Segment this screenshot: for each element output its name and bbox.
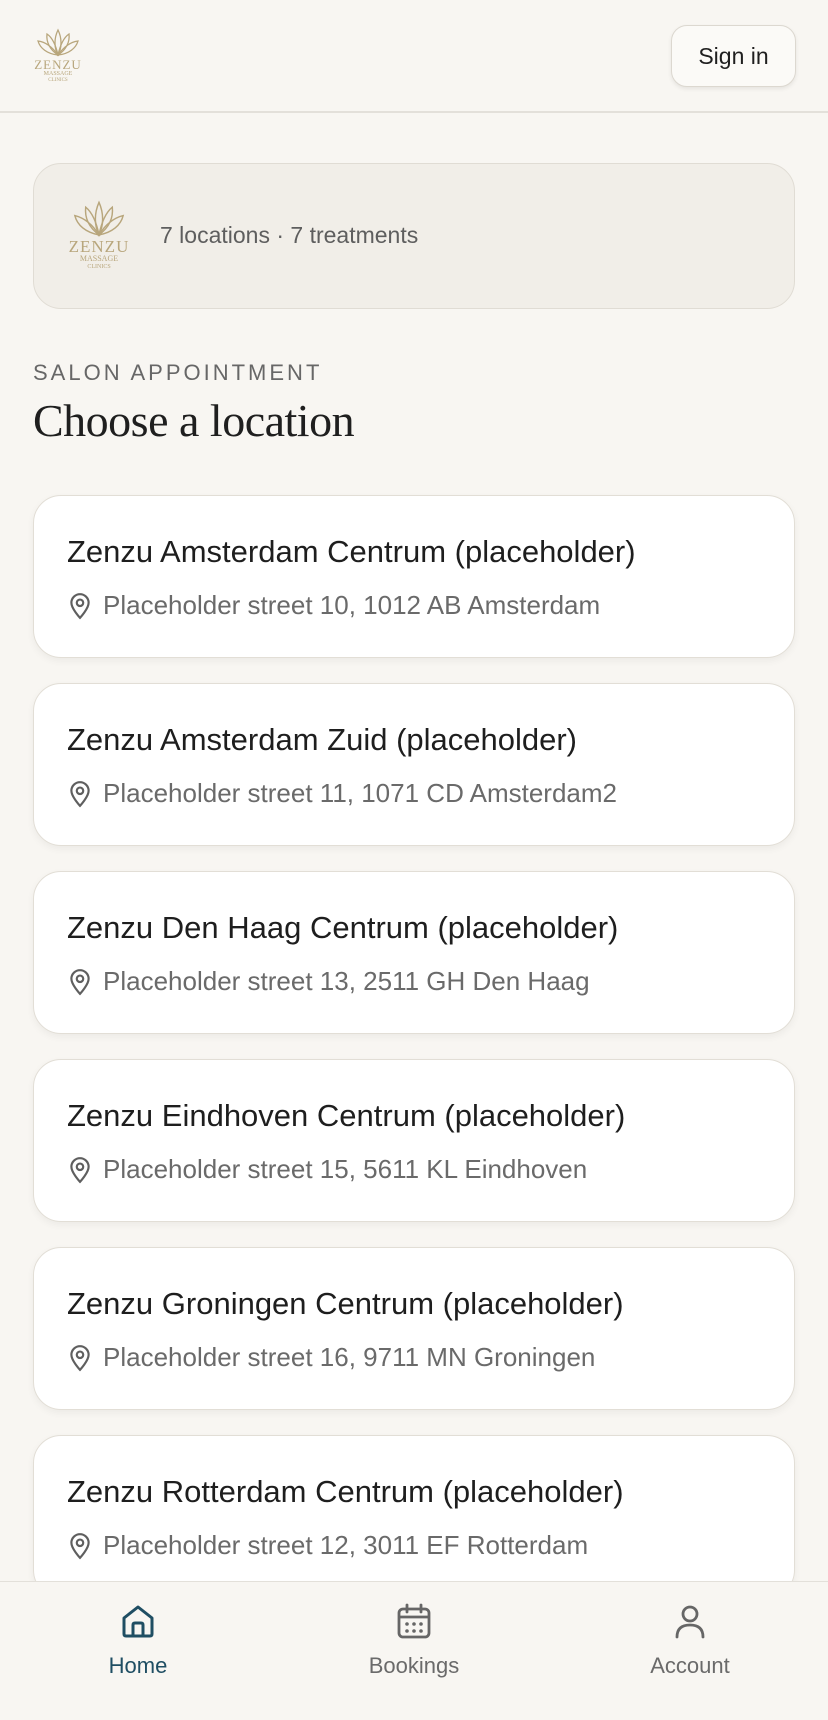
logo-wordmark: ZENZU [34, 57, 82, 72]
location-address-row: Placeholder street 16, 9711 MN Groningen [67, 1342, 595, 1373]
lotus-logo-icon [37, 28, 79, 57]
location-name: Zenzu Rotterdam Centrum (placeholder) [67, 1474, 624, 1509]
calendar-icon [397, 1603, 431, 1639]
location-address-row: Placeholder street 13, 2511 GH Den Haag [67, 966, 590, 997]
nav-home-label: Home [108, 1653, 168, 1678]
nav-account[interactable]: Account [600, 1582, 780, 1720]
location-address: Placeholder street 11, 1071 CD Amsterdam… [103, 778, 618, 808]
location-card[interactable]: Zenzu Den Haag Centrum (placeholder) Pla… [33, 871, 795, 1034]
location-address: Placeholder street 10, 1012 AB Amsterdam [103, 590, 601, 620]
sign-in-button[interactable]: Sign in [671, 25, 796, 87]
location-address-row: Placeholder street 10, 1012 AB Amsterdam [67, 590, 600, 621]
map-pin-icon [70, 1156, 90, 1183]
location-address-row: Placeholder street 11, 1071 CD Amsterdam… [67, 778, 617, 809]
map-pin-icon [70, 1532, 90, 1559]
nav-home[interactable]: Home [48, 1582, 228, 1720]
location-address-row: Placeholder street 12, 3011 EF Rotterdam [67, 1530, 588, 1561]
location-name: Zenzu Groningen Centrum (placeholder) [67, 1286, 624, 1321]
location-name: Zenzu Eindhoven Centrum (placeholder) [67, 1098, 626, 1133]
location-address: Placeholder street 12, 3011 EF Rotterdam [103, 1530, 589, 1560]
map-pin-icon [70, 1344, 90, 1371]
nav-account-label: Account [650, 1653, 730, 1678]
location-name: Zenzu Amsterdam Zuid (placeholder) [67, 722, 578, 757]
summary-logo: ZENZU MASSAGE CLINICS [68, 198, 130, 274]
zenzu-logo[interactable]: ZENZU MASSAGE CLINICS [32, 26, 84, 86]
location-address: Placeholder street 13, 2511 GH Den Haag [103, 966, 590, 996]
user-icon [675, 1605, 705, 1639]
map-pin-icon [70, 780, 90, 807]
home-icon [122, 1605, 154, 1638]
page-title: Choose a location [33, 395, 355, 446]
map-pin-icon [70, 592, 90, 619]
logo-subline-1: MASSAGE [43, 71, 73, 77]
location-name: Zenzu Amsterdam Centrum (placeholder) [67, 534, 636, 569]
top-header: ZENZU MASSAGE CLINICS Sign in [0, 0, 828, 113]
bottom-navigation: Home Bookings Account [0, 1581, 828, 1720]
logo-subline-2: CLINICS [48, 77, 68, 83]
lotus-logo-icon [73, 200, 125, 237]
locations-treatments-summary: 7 locations · 7 treatments [160, 222, 419, 248]
nav-bookings-label: Bookings [368, 1653, 460, 1678]
location-address: Placeholder street 16, 9711 MN Groningen [103, 1342, 596, 1372]
location-card[interactable]: Zenzu Eindhoven Centrum (placeholder) Pl… [33, 1059, 795, 1222]
location-card[interactable]: Zenzu Groningen Centrum (placeholder) Pl… [33, 1247, 795, 1410]
summary-card: ZENZU MASSAGE CLINICS 7 locations · 7 tr… [33, 163, 795, 309]
section-eyebrow: SALON APPOINTMENT [33, 360, 323, 385]
location-card[interactable]: Zenzu Amsterdam Centrum (placeholder) Pl… [33, 495, 795, 658]
location-address-row: Placeholder street 15, 5611 KL Eindhoven [67, 1154, 587, 1185]
location-card[interactable]: Zenzu Rotterdam Centrum (placeholder) Pl… [33, 1435, 795, 1598]
location-card[interactable]: Zenzu Amsterdam Zuid (placeholder) Place… [33, 683, 795, 846]
logo-wordmark: ZENZU [68, 237, 130, 256]
logo-subline-2: CLINICS [87, 263, 111, 270]
location-name: Zenzu Den Haag Centrum (placeholder) [67, 910, 619, 945]
map-pin-icon [70, 968, 90, 995]
logo-subline-1: MASSAGE [79, 254, 119, 263]
nav-bookings[interactable]: Bookings [324, 1582, 504, 1720]
location-address: Placeholder street 15, 5611 KL Eindhoven [103, 1154, 588, 1184]
